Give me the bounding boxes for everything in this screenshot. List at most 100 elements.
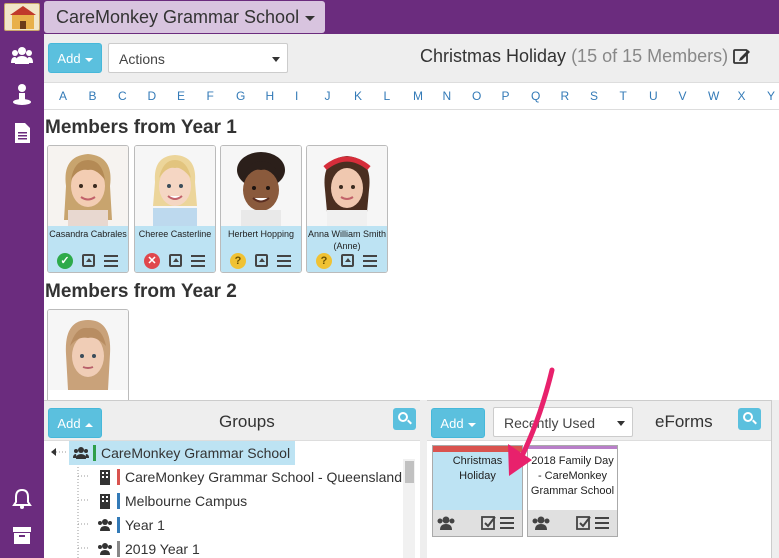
users-icon[interactable] xyxy=(11,44,33,66)
eforms-search-button[interactable] xyxy=(738,408,761,430)
alphabet-letter-t[interactable]: T xyxy=(620,89,627,103)
declined-icon: ✕ xyxy=(144,253,160,269)
alphabet-letter-n[interactable]: N xyxy=(443,89,452,103)
alphabet-letter-x[interactable]: X xyxy=(738,89,746,103)
sidebar xyxy=(0,34,44,558)
member-photo xyxy=(48,146,128,226)
approved-icon: ✓ xyxy=(57,253,73,269)
image-icon[interactable] xyxy=(82,254,95,267)
alphabet-letter-d[interactable]: D xyxy=(148,89,157,103)
actions-select[interactable]: Actions xyxy=(108,43,288,73)
image-icon[interactable] xyxy=(255,254,268,267)
menu-icon[interactable] xyxy=(595,517,609,529)
image-icon[interactable] xyxy=(341,254,354,267)
menu-icon[interactable] xyxy=(104,255,118,267)
dropdown-arrow-icon xyxy=(272,57,280,62)
eform-card[interactable]: Christmas Holiday xyxy=(432,445,523,537)
alphabet-letter-g[interactable]: G xyxy=(236,89,245,103)
menu-icon[interactable] xyxy=(500,517,514,529)
alphabet-letter-v[interactable]: V xyxy=(679,89,687,103)
archive-icon[interactable] xyxy=(11,524,33,546)
alphabet-letter-p[interactable]: P xyxy=(502,89,510,103)
member-photo xyxy=(48,310,128,390)
group-icon[interactable] xyxy=(531,515,551,531)
tree-label: Melbourne Campus xyxy=(125,493,248,509)
menu-icon[interactable] xyxy=(191,255,205,267)
checkbox-icon[interactable] xyxy=(576,515,591,530)
school-logo-icon[interactable] xyxy=(4,3,40,31)
image-icon[interactable] xyxy=(169,254,182,267)
alphabet-letter-m[interactable]: M xyxy=(413,89,423,103)
right-edge-panel xyxy=(771,400,779,558)
alphabet-letter-a[interactable]: A xyxy=(59,89,67,103)
alphabet-letter-c[interactable]: C xyxy=(118,89,127,103)
members-panel: Members from Year 1 Casandra Cabrales ✓ xyxy=(44,110,779,404)
school-selector[interactable]: CareMonkey Grammar School xyxy=(44,1,325,33)
member-card[interactable]: Cheree Casterline ✕ xyxy=(134,145,216,273)
eform-card[interactable]: 2018 Family Day - CareMonkey Grammar Sch… xyxy=(527,445,618,537)
member-count: (15 of 15 Members) xyxy=(571,46,729,66)
group-icon[interactable] xyxy=(436,515,456,531)
document-icon[interactable] xyxy=(11,122,33,144)
filter-label: Recently Used xyxy=(504,415,596,431)
menu-icon[interactable] xyxy=(363,255,377,267)
groups-scrollbar-thumb[interactable] xyxy=(405,461,414,483)
alphabet-letter-w[interactable]: W xyxy=(708,89,719,103)
alphabet-letter-l[interactable]: L xyxy=(384,89,391,103)
actions-label: Actions xyxy=(119,51,165,67)
group-header: Add Actions Christmas Holiday (15 of 15 … xyxy=(44,34,779,80)
eform-footer xyxy=(528,510,617,536)
alphabet-letter-j[interactable]: J xyxy=(325,89,331,103)
tree-label: CareMonkey Grammar School - Queensland xyxy=(125,469,403,485)
bell-icon[interactable] xyxy=(11,488,33,510)
eform-title: 2018 Family Day - CareMonkey Grammar Sch… xyxy=(530,455,615,497)
alphabet-letter-k[interactable]: K xyxy=(354,89,362,103)
section-heading-year2: Members from Year 2 xyxy=(45,281,237,302)
chevron-down-icon xyxy=(305,15,316,21)
alphabet-letter-i[interactable]: I xyxy=(295,89,298,103)
member-card[interactable]: Casandra Cabrales ✓ xyxy=(47,145,129,273)
member-photo xyxy=(307,146,387,226)
group-icon xyxy=(98,519,112,531)
add-button[interactable]: Add xyxy=(48,43,102,73)
caret-down-icon xyxy=(467,422,476,427)
alphabet-letter-f[interactable]: F xyxy=(207,89,214,103)
add-label: Add xyxy=(57,416,81,431)
groups-header: Add Groups xyxy=(44,401,420,441)
alphabet-letter-e[interactable]: E xyxy=(177,89,185,103)
member-card[interactable]: Herbert Hopping ? xyxy=(220,145,302,273)
tree-label: 2019 Year 1 xyxy=(125,541,200,557)
eforms-filter-select[interactable]: Recently Used xyxy=(493,407,633,437)
alphabet-letter-y[interactable]: Y xyxy=(767,89,775,103)
member-card[interactable] xyxy=(47,309,129,404)
groups-search-button[interactable] xyxy=(393,408,416,430)
caret-up-icon xyxy=(84,422,93,427)
dropdown-arrow-icon xyxy=(617,421,625,426)
eforms-header: Add Recently Used eForms xyxy=(427,401,771,441)
alphabet-letter-b[interactable]: B xyxy=(89,89,97,103)
tree-label: CareMonkey Grammar School xyxy=(101,445,291,461)
alphabet-letter-o[interactable]: O xyxy=(472,89,481,103)
eforms-add-button[interactable]: Add xyxy=(431,408,485,438)
caret-down-icon xyxy=(84,57,93,62)
menu-icon[interactable] xyxy=(277,255,291,267)
member-card[interactable]: Anna William Smith (Anne) ? xyxy=(306,145,388,273)
member-name: Herbert Hopping xyxy=(227,229,295,239)
person-icon[interactable] xyxy=(11,83,33,105)
alphabet-letter-u[interactable]: U xyxy=(649,89,658,103)
add-label: Add xyxy=(440,416,464,431)
alphabet-letter-h[interactable]: H xyxy=(266,89,275,103)
groups-add-button[interactable]: Add xyxy=(48,408,102,438)
alphabet-letter-q[interactable]: Q xyxy=(531,89,540,103)
member-name: Anna William Smith (Anne) xyxy=(307,229,387,251)
member-photo xyxy=(221,146,301,226)
building-icon xyxy=(100,494,110,509)
alphabet-letter-r[interactable]: R xyxy=(561,89,570,103)
edit-icon[interactable] xyxy=(733,47,751,65)
building-icon xyxy=(100,470,110,485)
checkbox-icon[interactable] xyxy=(481,515,496,530)
member-name: Casandra Cabrales xyxy=(49,229,127,239)
add-label: Add xyxy=(57,51,81,66)
alphabet-letter-s[interactable]: S xyxy=(590,89,598,103)
groups-title: Groups xyxy=(219,412,275,431)
